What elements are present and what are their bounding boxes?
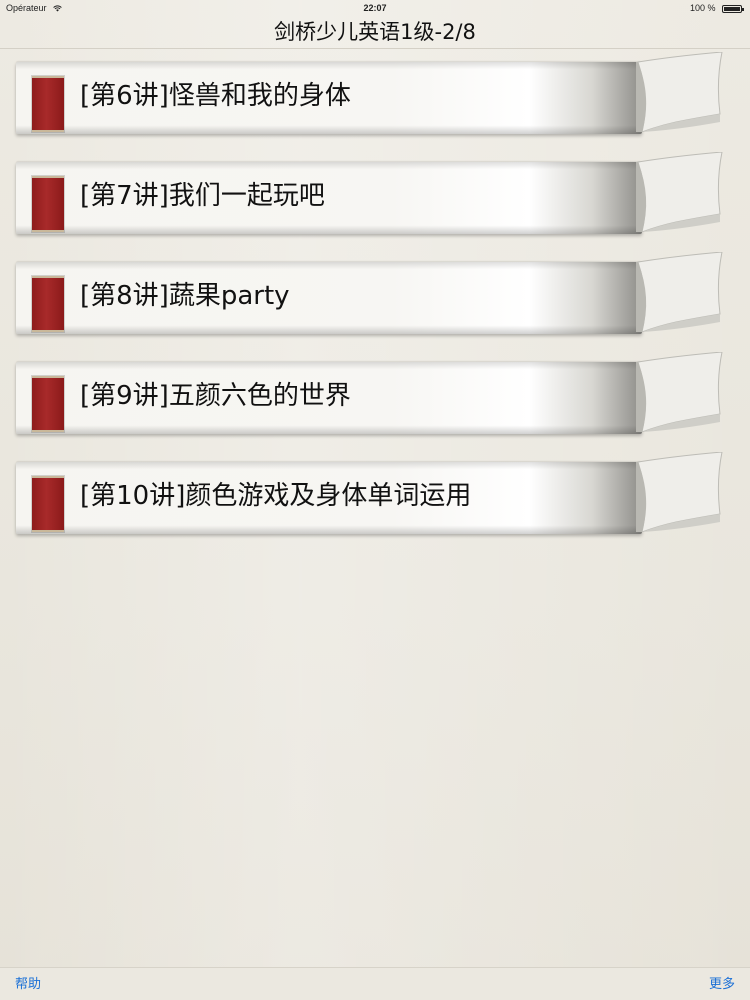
bottom-toolbar: 帮助 更多 [0,967,750,1000]
bookmark-icon [32,276,64,332]
page-title: 剑桥少儿英语1级-2/8 [274,20,476,44]
status-battery: 100 % [689,0,744,16]
page-curl-icon [636,52,723,132]
help-button[interactable]: 帮助 [15,976,41,993]
bookmark-icon [32,176,64,232]
lesson-item-9[interactable]: [第9讲]五颜六色的世界 [16,352,726,438]
bookmark-icon [32,76,64,132]
lesson-item-10[interactable]: [第10讲]颜色游戏及身体单词运用 [16,452,726,538]
lesson-title: [第6讲]怪兽和我的身体 [80,81,351,111]
battery-icon [722,4,744,13]
page-curl-icon [636,152,723,232]
lesson-title: [第9讲]五颜六色的世界 [80,381,351,411]
status-time: 22:07 [363,3,387,13]
lesson-title: [第10讲]颜色游戏及身体单词运用 [80,481,472,511]
navigation-bar: 剑桥少儿英语1级-2/8 [0,16,750,49]
status-bar: Opérateur 22:07 100 % [0,0,750,16]
bookmark-icon [32,476,64,532]
lesson-title: [第8讲]蔬果party [80,281,290,311]
more-button[interactable]: 更多 [709,976,735,993]
page-curl-icon [636,452,723,532]
lesson-item-8[interactable]: [第8讲]蔬果party [16,252,726,338]
page-curl-icon [636,252,723,332]
page-curl-icon [636,352,723,432]
lesson-item-7[interactable]: [第7讲]我们一起玩吧 [16,152,726,238]
lesson-title: [第7讲]我们一起玩吧 [80,181,325,211]
battery-percent: 100 % [689,3,716,13]
bookmark-icon [32,376,64,432]
lesson-item-6[interactable]: [第6讲]怪兽和我的身体 [16,52,726,138]
